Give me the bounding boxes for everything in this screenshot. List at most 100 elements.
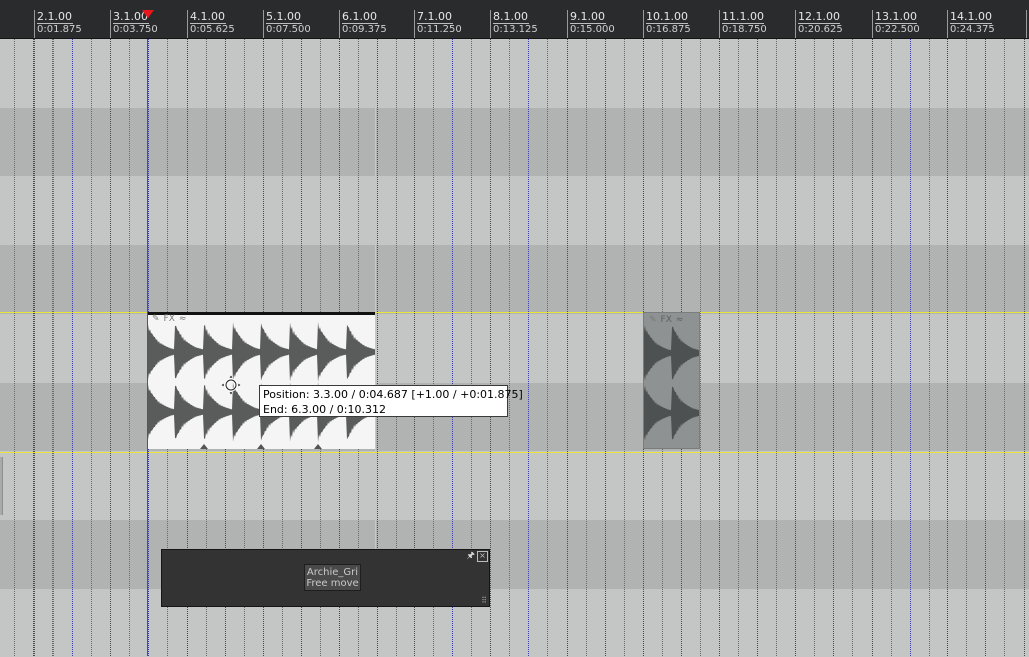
ruler-tick (187, 10, 188, 38)
ruler-bar-label: 5.1.00 (266, 10, 301, 23)
ruler-tick (263, 10, 264, 38)
timeline-ruler[interactable]: 2.1.00 0:01.875 3.1.00 0:03.750 4.1.00 0:05.6… (0, 0, 1029, 39)
item-header: ✎ FX ≈ (152, 314, 186, 324)
track-lane[interactable] (0, 245, 1029, 314)
stretch-marker[interactable] (314, 444, 322, 449)
ruler-tick (414, 10, 415, 38)
resize-grip-icon[interactable]: ⠿ (481, 597, 487, 605)
move-cursor-icon (221, 375, 241, 395)
fx-label[interactable]: FX (164, 314, 175, 324)
track-lane[interactable] (0, 176, 1029, 246)
ruler-time-label: 0:03.750 (113, 24, 158, 35)
ruler-time-label: 0:07.500 (266, 24, 311, 35)
waveform-channel (644, 325, 699, 381)
ruler-time-label: 0:22.500 (875, 24, 920, 35)
ruler-tick (567, 10, 568, 38)
edit-cursor[interactable] (147, 10, 148, 656)
edit-cursor-head[interactable] (142, 10, 154, 18)
beat-grid-line (910, 39, 911, 656)
track-lane[interactable] (0, 107, 1029, 177)
ruler-time-label: 0:24.375 (950, 24, 995, 35)
bar-grid-line (34, 39, 35, 656)
ruler-bar-label: 2.1.00 (37, 10, 72, 23)
ruler-tick (339, 10, 340, 38)
tooltip-position: Position: 3.3.00 / 0:04.687 [+1.00 / +0:… (263, 388, 523, 401)
bar-grid-line (719, 39, 720, 656)
ruler-bar-label: 10.1.00 (646, 10, 688, 23)
track-lane[interactable] (0, 451, 1029, 520)
ruler-bar-label: 6.1.00 (342, 10, 377, 23)
pin-icon[interactable]: 🖈 (467, 551, 475, 561)
item-header: ✎ FX ≈ (649, 315, 683, 325)
ruler-time-label: 0:15.000 (570, 24, 615, 35)
take-note-icon: ✎ (152, 314, 160, 324)
floating-toolbar-window[interactable]: 🖈 × Archie_Gri Free move ⠿ (161, 549, 490, 607)
ruler-time-label: 0:01.875 (37, 24, 82, 35)
subbeat-grid-line (1004, 39, 1005, 656)
waveform-channel (147, 322, 376, 382)
beat-grid-line (605, 39, 606, 656)
ruler-tick (719, 10, 720, 38)
waveform-channel (644, 385, 699, 441)
subbeat-grid-line (547, 39, 548, 656)
ruler-bar-label: 11.1.00 (722, 10, 764, 23)
ruler-bar-label: 14.1.00 (950, 10, 992, 23)
ruler-bar-label: 13.1.00 (875, 10, 917, 23)
stretch-marker[interactable] (257, 444, 265, 449)
beat-grid-line (528, 39, 529, 656)
subbeat-grid-line (14, 39, 15, 656)
ruler-tick (490, 10, 491, 38)
media-item-ghost[interactable]: ✎ FX ≈ (643, 312, 700, 449)
subbeat-grid-line (509, 39, 510, 656)
stretch-marker[interactable] (200, 444, 208, 449)
ruler-tick (947, 10, 948, 38)
beat-grid-line (757, 39, 758, 656)
ruler-tick (1026, 10, 1027, 38)
ruler-tick (34, 10, 35, 38)
subbeat-grid-line (891, 39, 892, 656)
close-icon[interactable]: × (477, 551, 488, 562)
archie-free-move-button[interactable]: Archie_Gri Free move (304, 564, 361, 591)
track-lane[interactable] (0, 39, 1029, 108)
ruler-tick (795, 10, 796, 38)
envelope-icon: ≈ (178, 314, 187, 324)
subbeat-grid-line (624, 39, 625, 656)
ruler-time-label: 0:13.125 (493, 24, 538, 35)
tooltip-end: End: 6.3.00 / 0:10.312 (263, 403, 386, 416)
subbeat-grid-line (91, 39, 92, 656)
subbeat-grid-line (814, 39, 815, 656)
ruler-time-label: 0:09.375 (342, 24, 387, 35)
bar-grid-line (490, 39, 491, 656)
ruler-time-label: 0:20.625 (798, 24, 843, 35)
subbeat-grid-line (586, 39, 587, 656)
bar-grid-line (567, 39, 568, 656)
subbeat-grid-line (776, 39, 777, 656)
ruler-time-label: 0:16.875 (646, 24, 691, 35)
subbeat-grid-line (966, 39, 967, 656)
envelope-icon: ≈ (675, 315, 684, 325)
take-note-icon: ✎ (649, 315, 657, 325)
bar-grid-line (872, 39, 873, 656)
track-lane[interactable] (0, 588, 1029, 657)
subbeat-grid-line (700, 39, 701, 656)
ruler-tick (643, 10, 644, 38)
subbeat-grid-line (929, 39, 930, 656)
ruler-bar-label: 8.1.00 (493, 10, 528, 23)
ruler-time-label: 0:05.625 (190, 24, 235, 35)
beat-grid-line (72, 39, 73, 656)
bar-grid-line (110, 39, 111, 656)
button-label-2: Free move (306, 578, 359, 589)
track-lane[interactable] (0, 519, 1029, 589)
button-label-1: Archie_Gri (306, 567, 359, 578)
bar-grid-line (947, 39, 948, 656)
waveform (147, 312, 376, 449)
ruler-bar-label: 4.1.00 (190, 10, 225, 23)
beat-grid-line (985, 39, 986, 656)
media-item-selected[interactable]: ✎ FX ≈ (147, 312, 376, 449)
ruler-time-label: 0:11.250 (417, 24, 462, 35)
selected-track-bottom-border (0, 452, 1029, 453)
subbeat-grid-line (852, 39, 853, 656)
ruler-time-label: 0:18.750 (722, 24, 767, 35)
waveform (644, 325, 699, 441)
fx-label[interactable]: FX (661, 315, 672, 325)
